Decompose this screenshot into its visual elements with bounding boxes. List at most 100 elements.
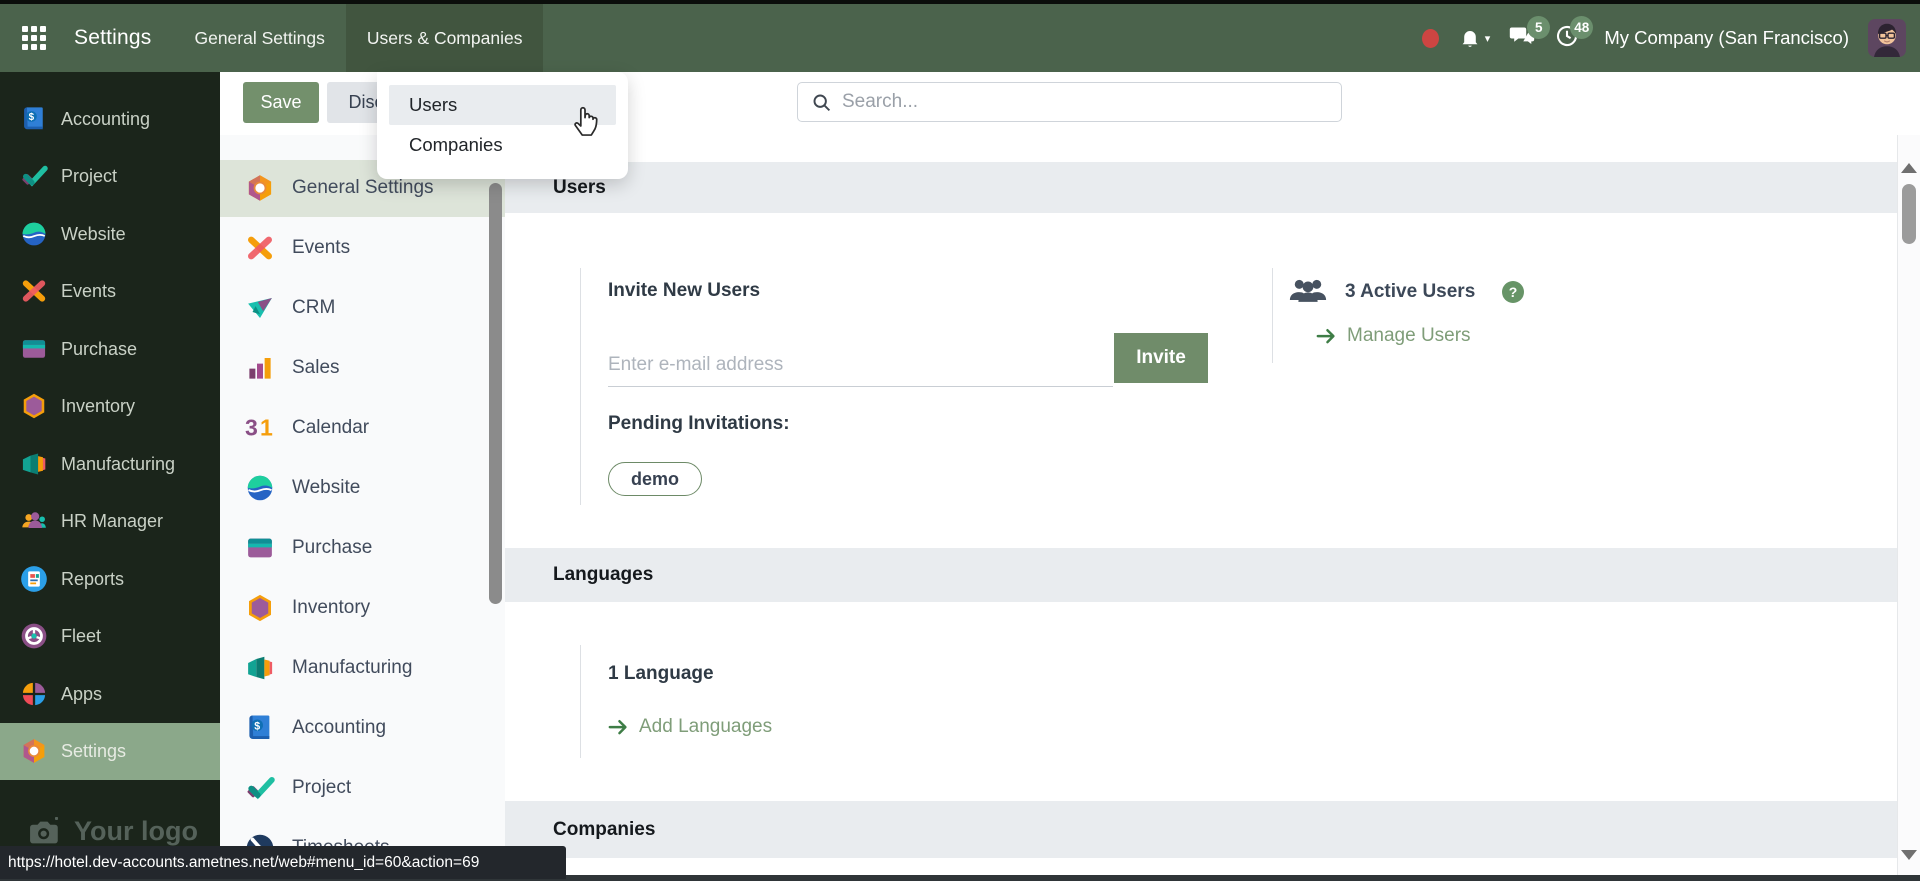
svg-text:$: $ bbox=[254, 720, 260, 732]
odoo-settings-screen: Settings General Settings Users & Compan… bbox=[0, 0, 1920, 881]
sidebar-item-fleet[interactable]: Fleet bbox=[0, 610, 220, 662]
sidebar-item-project[interactable]: Project bbox=[0, 150, 220, 202]
settings-tab-sales[interactable]: Sales bbox=[220, 348, 492, 388]
pending-invitations-label: Pending Invitations: bbox=[608, 413, 790, 434]
activities-count-badge: 48 bbox=[1570, 15, 1594, 39]
sidebar-item-purchase[interactable]: Purchase bbox=[0, 323, 220, 375]
scroll-up-arrow-icon[interactable] bbox=[1901, 163, 1917, 173]
section-title: Languages bbox=[553, 564, 654, 585]
calendar-icon: 31 bbox=[245, 413, 275, 443]
settings-tab-accounting[interactable]: $ Accounting bbox=[220, 708, 492, 748]
settings-sidebar-scrollbar[interactable] bbox=[489, 183, 502, 604]
search-input[interactable] bbox=[842, 84, 1332, 120]
bell-icon[interactable] bbox=[1458, 26, 1482, 50]
section-header-users: Users bbox=[505, 162, 1897, 213]
accounting-icon: $ bbox=[20, 105, 48, 133]
recording-indicator-icon bbox=[1421, 28, 1439, 48]
fleet-icon bbox=[20, 622, 48, 650]
messages-count-badge: 5 bbox=[1527, 15, 1551, 39]
scroll-down-arrow-icon[interactable] bbox=[1901, 850, 1917, 860]
sidebar-item-label: Manufacturing bbox=[61, 453, 176, 474]
scrollbar-thumb[interactable] bbox=[1902, 184, 1916, 244]
sidebar-item-label: HR Manager bbox=[61, 510, 164, 531]
add-languages-link[interactable]: Add Languages bbox=[608, 716, 772, 738]
settings-tab-manufacturing[interactable]: Manufacturing bbox=[220, 648, 492, 688]
setting-block-divider bbox=[1272, 268, 1273, 363]
sidebar-item-events[interactable]: Events bbox=[0, 265, 220, 317]
reports-icon bbox=[20, 565, 48, 593]
sidebar-item-reports[interactable]: Reports bbox=[0, 553, 220, 605]
chevron-down-icon: ▾ bbox=[1484, 32, 1491, 45]
settings-tab-label: Website bbox=[292, 477, 361, 498]
app-sidebar: $ Accounting Project Website Events Purch… bbox=[0, 72, 220, 881]
company-logo[interactable]: Your logo bbox=[28, 815, 198, 847]
settings-menu-sidebar: General Settings Events CRM Sales 3 1 Cale… bbox=[220, 135, 505, 875]
language-count-label: 1 Language bbox=[608, 663, 714, 684]
invite-button[interactable]: Invite bbox=[1114, 333, 1208, 383]
accounting-icon: $ bbox=[245, 713, 275, 743]
svg-text:3: 3 bbox=[245, 414, 258, 440]
section-header-languages: Languages bbox=[505, 548, 1897, 602]
sidebar-item-label: Apps bbox=[61, 683, 103, 704]
sidebar-item-settings[interactable]: Settings bbox=[0, 725, 220, 777]
sidebar-item-inventory[interactable]: Inventory bbox=[0, 380, 220, 432]
inventory-icon bbox=[20, 392, 48, 420]
invite-email-field[interactable] bbox=[608, 343, 1113, 387]
sidebar-item-manufacturing[interactable]: Manufacturing bbox=[0, 438, 220, 490]
settings-tab-website[interactable]: Website bbox=[220, 468, 492, 508]
settings-tab-inventory[interactable]: Inventory bbox=[220, 588, 492, 628]
sidebar-item-website[interactable]: Website bbox=[0, 208, 220, 260]
pending-invitation-tag[interactable]: demo bbox=[608, 462, 703, 496]
manufacturing-icon bbox=[245, 653, 275, 683]
setting-block-divider bbox=[580, 268, 581, 505]
activities-menu[interactable]: 48 bbox=[1555, 15, 1594, 53]
settings-tab-crm[interactable]: CRM bbox=[220, 288, 492, 328]
settings-tab-project[interactable]: Project bbox=[220, 768, 492, 808]
arrow-right-icon bbox=[608, 718, 630, 736]
company-switcher[interactable]: My Company (San Francisco) bbox=[1604, 27, 1849, 49]
svg-text:1: 1 bbox=[260, 414, 273, 440]
user-avatar[interactable] bbox=[1868, 19, 1906, 57]
settings-tab-purchase[interactable]: Purchase bbox=[220, 528, 492, 568]
menu-general-settings[interactable]: General Settings bbox=[173, 4, 345, 72]
setting-block-divider bbox=[580, 645, 581, 758]
menu-users-companies[interactable]: Users & Companies bbox=[345, 4, 544, 72]
sidebar-item-label: Inventory bbox=[61, 395, 136, 416]
project-icon bbox=[245, 773, 275, 803]
save-button[interactable]: Save bbox=[243, 82, 319, 123]
link-label: Manage Users bbox=[1347, 325, 1471, 346]
sidebar-item-label: Project bbox=[61, 165, 118, 186]
messages-menu[interactable]: 5 bbox=[1509, 15, 1551, 53]
sidebar-item-hr-manager[interactable]: HR Manager bbox=[0, 495, 220, 547]
app-title: Settings bbox=[74, 26, 152, 49]
sidebar-item-label: Accounting bbox=[61, 108, 151, 129]
settings-tab-label: Accounting bbox=[292, 717, 387, 738]
settings-tab-label: Calendar bbox=[292, 417, 370, 438]
purchase-icon bbox=[20, 335, 48, 363]
events-icon bbox=[20, 277, 48, 305]
apps-icon bbox=[20, 680, 48, 708]
settings-tab-label: Manufacturing bbox=[292, 657, 413, 678]
main-menu: General Settings Users & Companies bbox=[173, 4, 544, 72]
settings-tab-calendar[interactable]: 3 1 Calendar bbox=[220, 408, 492, 448]
top-navbar: Settings General Settings Users & Compan… bbox=[0, 4, 1920, 72]
apps-grid-icon[interactable] bbox=[22, 26, 46, 50]
link-status-bar: https://hotel.dev-accounts.ametnes.net/w… bbox=[0, 846, 566, 879]
logo-placeholder-text: Your logo bbox=[74, 815, 198, 846]
search-box bbox=[797, 82, 1342, 122]
manage-users-link[interactable]: Manage Users bbox=[1316, 325, 1471, 347]
arrow-right-icon bbox=[1316, 327, 1338, 345]
notifications-menu[interactable]: ▾ bbox=[1458, 26, 1491, 50]
settings-hexagon-icon bbox=[245, 173, 275, 203]
website-icon bbox=[245, 473, 275, 503]
active-users-label: 3 Active Users bbox=[1345, 281, 1476, 302]
main-scrollbar[interactable] bbox=[1897, 135, 1920, 875]
sidebar-item-apps[interactable]: Apps bbox=[0, 668, 220, 720]
settings-tab-events[interactable]: Events bbox=[220, 228, 492, 268]
settings-hexagon-icon bbox=[20, 737, 48, 765]
help-icon[interactable]: ? bbox=[1502, 281, 1524, 303]
sidebar-item-label: Events bbox=[61, 280, 117, 301]
settings-content: Users Invite New Users Invite Pending In… bbox=[505, 135, 1897, 875]
sidebar-item-accounting[interactable]: $ Accounting bbox=[0, 93, 220, 145]
svg-text:$: $ bbox=[29, 112, 35, 123]
